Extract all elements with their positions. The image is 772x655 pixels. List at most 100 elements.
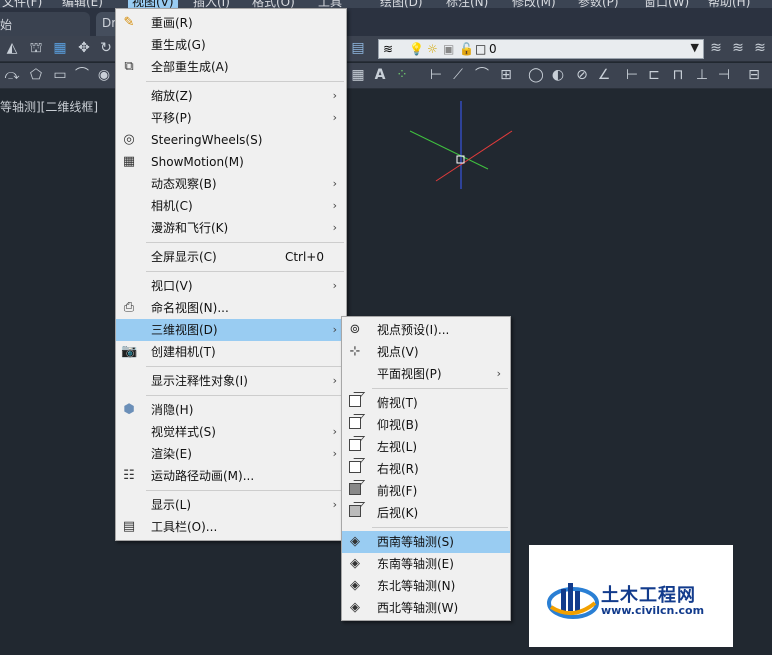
menu-item-camera[interactable]: 相机(C) › — [116, 195, 346, 217]
viewport-freeze-icon: ▣ — [443, 42, 455, 56]
ucs-icon[interactable]: ◭ — [4, 40, 20, 56]
camera-icon: 📷 — [121, 344, 138, 359]
menu-item-viewports[interactable]: 视口(V) › — [116, 275, 346, 297]
tolerance-icon[interactable]: ⊟ — [746, 67, 762, 83]
angular-icon[interactable]: ∠ — [596, 67, 612, 83]
menu-item-steeringwheels[interactable]: ◎ SteeringWheels(S) — [116, 129, 346, 151]
point-icon[interactable]: ⁘ — [394, 67, 410, 83]
orbit-icon[interactable]: ↻ — [98, 40, 114, 56]
nw-isometric-icon: ◈ — [350, 600, 360, 615]
space-icon[interactable]: ⊥ — [694, 67, 710, 83]
menu-item-toolbars[interactable]: ▤ 工具栏(O)... — [116, 516, 346, 538]
ucs-object-icon[interactable]: ▦ — [52, 40, 68, 56]
circle-icon[interactable]: ◉ — [96, 67, 112, 83]
menu-item-annotation-objects[interactable]: 显示注释性对象(I) › — [116, 370, 346, 392]
menu-modify[interactable]: 修改(M) — [512, 0, 556, 8]
extrude-icon[interactable]: ⤼ — [4, 67, 20, 83]
menu-item-visual-styles[interactable]: 视觉样式(S) › — [116, 421, 346, 443]
menu-draw[interactable]: 绘图(D) — [380, 0, 423, 8]
radius-icon[interactable]: ◯ — [528, 67, 544, 83]
menu-item-named-views[interactable]: ⎙ 命名视图(N)... — [116, 297, 346, 319]
menu-item-ne-isometric[interactable]: ◈ 东北等轴测(N) — [342, 575, 510, 597]
menu-item-label: 平面视图(P) — [377, 367, 442, 381]
pencil-icon: ✎ — [123, 15, 135, 30]
menu-item-clean-screen[interactable]: 全屏显示(C) Ctrl+0 — [116, 246, 346, 268]
menu-view[interactable]: 视图(V) — [128, 0, 178, 8]
menu-item-nw-isometric[interactable]: ◈ 西北等轴测(W) — [342, 597, 510, 619]
menu-tools[interactable]: 工具 — [318, 0, 342, 8]
menu-file[interactable]: 文件(F) — [2, 0, 42, 8]
menu-window[interactable]: 窗口(W) — [644, 0, 689, 8]
menu-item-display[interactable]: 显示(L) › — [116, 494, 346, 516]
layer-manager-icon[interactable]: ▤ — [350, 40, 366, 56]
menu-edit[interactable]: 编辑(E) — [62, 0, 103, 8]
menu-help[interactable]: 帮助(H) — [708, 0, 750, 8]
chevron-right-icon: › — [332, 177, 337, 190]
chevron-right-icon: › — [332, 221, 337, 234]
menu-item-pan[interactable]: 平移(P) › — [116, 107, 346, 129]
chevron-right-icon: › — [496, 367, 501, 380]
menu-item-front-view[interactable]: 前视(F) — [342, 480, 510, 502]
layer-match-icon[interactable]: ≋ — [708, 40, 724, 56]
menu-item-viewpoint[interactable]: ⊹ 视点(V) — [342, 341, 510, 363]
menu-insert[interactable]: 插入(I) — [193, 0, 230, 8]
continue-icon[interactable]: ⊓ — [670, 67, 686, 83]
menu-item-right-view[interactable]: 右视(R) — [342, 458, 510, 480]
quick-dimension-icon[interactable]: ⊢ — [624, 67, 640, 83]
arc-length-icon[interactable]: ⌒ — [474, 67, 490, 83]
menu-item-sw-isometric[interactable]: ◈ 西南等轴测(S) — [342, 531, 510, 553]
menu-item-left-view[interactable]: 左视(L) — [342, 436, 510, 458]
layer-isolate-icon[interactable]: ≋ — [752, 40, 768, 56]
menu-item-create-camera[interactable]: 📷 创建相机(T) — [116, 341, 346, 363]
jogged-icon[interactable]: ◐ — [550, 67, 566, 83]
tab-start-label: 始 — [0, 18, 13, 32]
rectangle-icon[interactable]: ▭ — [52, 67, 68, 83]
linear-dimension-icon[interactable]: ⊢ — [428, 67, 444, 83]
break-icon[interactable]: ⊣ — [716, 67, 732, 83]
menu-item-showmotion[interactable]: ▦ ShowMotion(M) — [116, 151, 346, 173]
layer-dropdown[interactable]: ≋ 💡 ☼ ▣ 🔓 □ 0 ▼ — [378, 39, 704, 59]
tab-start[interactable]: 始 — [0, 12, 90, 36]
viewpoint-icon: ⊹ — [349, 344, 361, 359]
pan-icon[interactable]: ✥ — [76, 40, 92, 56]
menu-item-label: 工具栏(O)... — [151, 520, 218, 534]
menu-item-render[interactable]: 渲染(E) › — [116, 443, 346, 465]
ordinate-icon[interactable]: ⊞ — [498, 67, 514, 83]
menu-item-regen[interactable]: 重生成(G) — [116, 34, 346, 56]
menu-item-top-view[interactable]: 俯视(T) — [342, 392, 510, 414]
arc-icon[interactable]: ⌒ — [74, 67, 90, 83]
menu-item-label: 前视(F) — [377, 484, 418, 498]
viewport-controls[interactable]: 等轴测][二维线框] — [0, 98, 98, 115]
menu-item-bottom-view[interactable]: 仰视(B) — [342, 414, 510, 436]
menu-item-walk-fly[interactable]: 漫游和飞行(K) › — [116, 217, 346, 239]
menu-item-zoom[interactable]: 缩放(Z) › — [116, 85, 346, 107]
menu-item-viewpoint-presets[interactable]: ⊚ 视点预设(I)... — [342, 319, 510, 341]
diameter-icon[interactable]: ⊘ — [574, 67, 590, 83]
table-icon[interactable]: ▦ — [350, 67, 366, 83]
baseline-icon[interactable]: ⊏ — [646, 67, 662, 83]
aligned-dimension-icon[interactable]: ⟋ — [450, 67, 466, 83]
ucs-world-icon[interactable]: ⛫ — [28, 40, 44, 56]
menu-parametric[interactable]: 参数(P) — [578, 0, 619, 8]
menu-item-label: 西南等轴测(S) — [377, 535, 454, 549]
menu-item-motion-path[interactable]: ☷ 运动路径动画(M)... — [116, 465, 346, 487]
menu-format[interactable]: 格式(O) — [252, 0, 295, 8]
menu-item-plan-view[interactable]: 平面视图(P) › — [342, 363, 510, 385]
polygon-icon[interactable]: ⬠ — [28, 67, 44, 83]
text-icon[interactable]: A — [372, 67, 388, 83]
menu-item-se-isometric[interactable]: ◈ 东南等轴测(E) — [342, 553, 510, 575]
menu-item-regen-all[interactable]: ⧉ 全部重生成(A) — [116, 56, 346, 78]
layer-previous-icon[interactable]: ≋ — [730, 40, 746, 56]
toolbar-icon: ▤ — [122, 519, 136, 534]
menu-item-3d-views[interactable]: 三维视图(D) › — [116, 319, 346, 341]
layer-states-icon: ≋ — [383, 42, 394, 56]
menu-dimension[interactable]: 标注(N) — [446, 0, 488, 8]
menu-item-back-view[interactable]: 后视(K) — [342, 502, 510, 524]
menu-item-label: 渲染(E) — [151, 447, 192, 461]
watermark: 土木工程网 www.civilcn.com — [529, 545, 733, 647]
menu-item-hide[interactable]: ⬢ 消隐(H) — [116, 399, 346, 421]
menu-item-label: 命名视图(N)... — [151, 301, 229, 315]
menu-item-redraw[interactable]: ✎ 重画(R) — [116, 12, 346, 34]
menu-item-orbit[interactable]: 动态观察(B) › — [116, 173, 346, 195]
menu-item-label: 重画(R) — [151, 16, 193, 30]
